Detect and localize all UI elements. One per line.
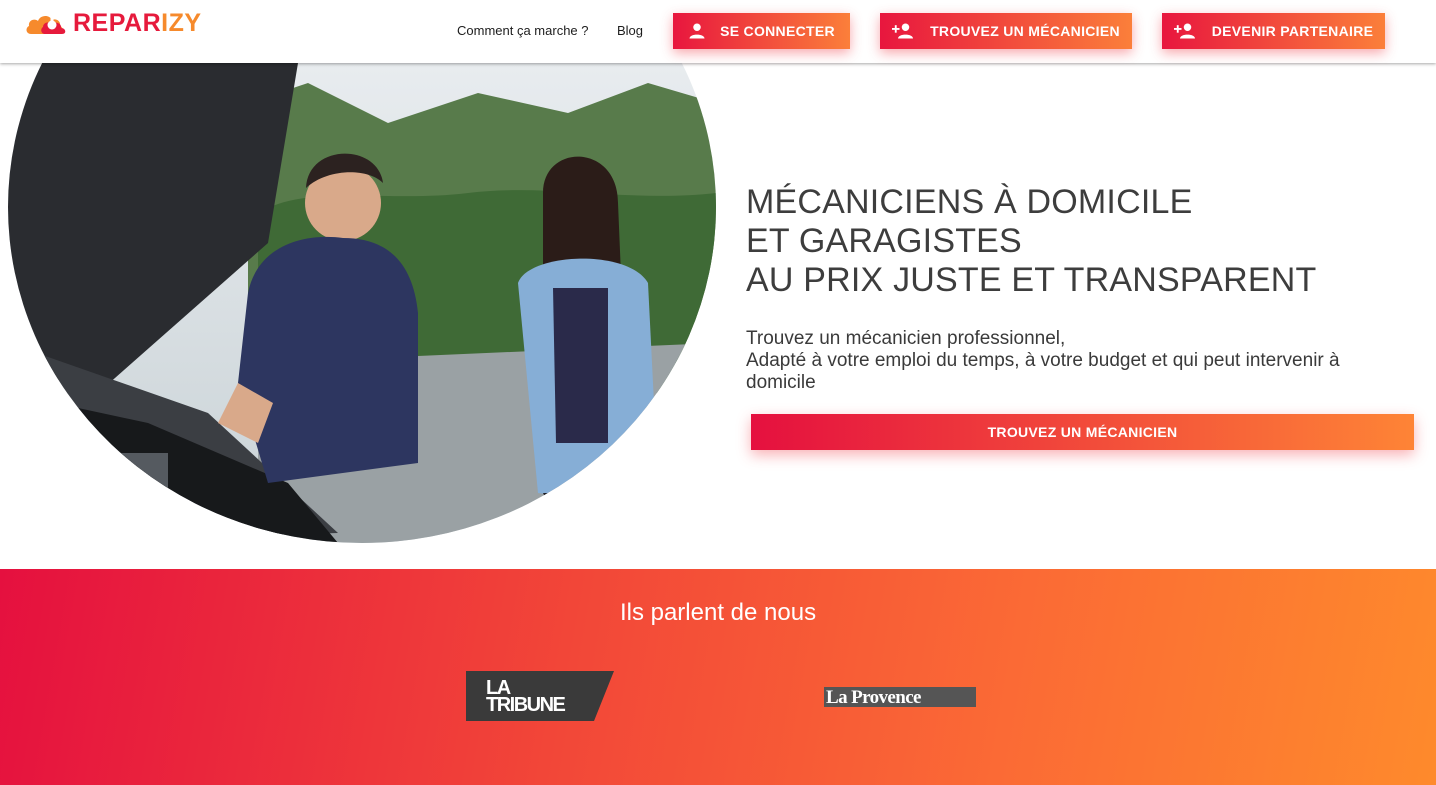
la-tribune-logo[interactable]: LA TRIBUNE xyxy=(466,671,614,726)
find-mechanic-nav-button[interactable]: TROUVEZ UN MÉCANICIEN xyxy=(880,13,1132,49)
tribune-line-2: TRIBUNE xyxy=(486,694,566,716)
hero-section: MÉCANICIENS À DOMICILE ET GARAGISTES AU … xyxy=(0,63,1436,569)
press-section: Ils parlent de nous LA TRIBUNE La Proven… xyxy=(0,569,1436,785)
reparizy-logo[interactable]: REPARIZY xyxy=(25,10,202,36)
nav-link-blog[interactable]: Blog xyxy=(617,23,643,38)
la-provence-logo[interactable]: La Provence xyxy=(824,685,976,714)
login-button[interactable]: SE CONNECTER xyxy=(673,13,850,49)
person-icon xyxy=(688,22,706,40)
become-partner-label: DEVENIR PARTENAIRE xyxy=(1211,23,1374,39)
headline-line-1: MÉCANICIENS À DOMICILE xyxy=(746,183,1193,221)
subtext-line-1: Trouvez un mécanicien professionnel, xyxy=(746,328,1066,349)
person-add-icon xyxy=(1173,22,1198,40)
find-mechanic-nav-label: TROUVEZ UN MÉCANICIEN xyxy=(930,23,1120,39)
top-navigation-bar: REPARIZY Comment ça marche ? Blog SE CON… xyxy=(0,0,1436,63)
become-partner-button[interactable]: DEVENIR PARTENAIRE xyxy=(1162,13,1385,49)
mechanic-with-customer-photo xyxy=(8,63,716,543)
cloud-wrench-icon xyxy=(26,15,66,34)
login-button-label: SE CONNECTER xyxy=(720,23,835,39)
logo-wordmark: REPARIZY xyxy=(73,9,202,37)
press-title: Ils parlent de nous xyxy=(619,599,817,626)
nav-link-how-it-works[interactable]: Comment ça marche ? xyxy=(457,23,589,38)
hero-headline: MÉCANICIENS À DOMICILE ET GARAGISTES AU … xyxy=(746,183,1317,300)
headline-line-2: ET GARAGISTES xyxy=(746,222,1022,260)
find-mechanic-cta-button[interactable]: TROUVEZ UN MÉCANICIEN xyxy=(751,414,1414,450)
provence-text: La Provence xyxy=(826,687,921,708)
hero-subtext: Trouvez un mécanicien professionnel, Ada… xyxy=(746,328,1406,394)
person-add-icon xyxy=(892,22,916,40)
subtext-line-2: Adapté à votre emploi du temps, à votre … xyxy=(746,350,1340,393)
headline-line-3: AU PRIX JUSTE ET TRANSPARENT xyxy=(746,261,1317,299)
